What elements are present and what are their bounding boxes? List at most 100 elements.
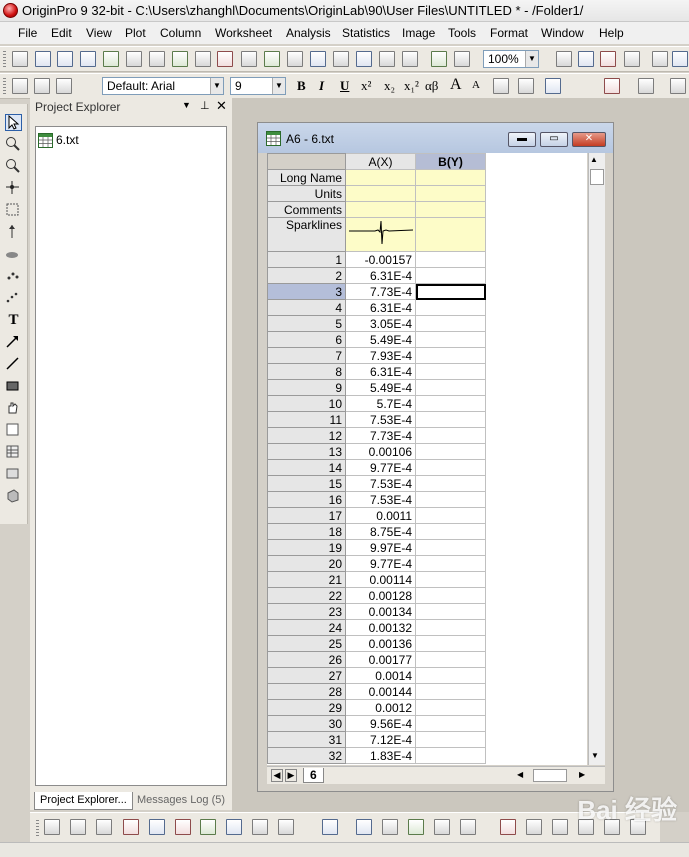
row-header[interactable]: 31: [267, 731, 346, 748]
new-workbook-icon[interactable]: [57, 51, 73, 67]
cell-b[interactable]: [415, 667, 486, 684]
cell-b[interactable]: [415, 491, 486, 508]
menu-analysis[interactable]: Analysis: [284, 25, 333, 41]
save-project-icon[interactable]: [333, 51, 349, 67]
menu-column[interactable]: Column: [158, 25, 203, 41]
template-library-icon[interactable]: [278, 819, 294, 835]
cell-b[interactable]: [415, 443, 486, 460]
meta-cell[interactable]: [415, 217, 486, 252]
cell-b[interactable]: [415, 747, 486, 764]
row-header[interactable]: 16: [267, 491, 346, 508]
increase-font-button[interactable]: A: [450, 76, 462, 94]
regional-data-selector-icon[interactable]: [5, 268, 22, 285]
decrease-font-button[interactable]: A: [472, 79, 480, 91]
scroll-down-icon[interactable]: ▼: [591, 751, 599, 760]
copy-icon[interactable]: [34, 78, 50, 94]
cell-a[interactable]: 6.31E-4: [345, 299, 416, 316]
merge-graphs-icon[interactable]: [500, 819, 516, 835]
cell-a[interactable]: 9.77E-4: [345, 555, 416, 572]
cell-b[interactable]: [415, 395, 486, 412]
cell-a[interactable]: 0.00134: [345, 603, 416, 620]
cell-b[interactable]: [415, 379, 486, 396]
scroll-left-icon[interactable]: ◀: [517, 770, 531, 782]
cell-b[interactable]: [415, 635, 486, 652]
row-header[interactable]: 1: [267, 251, 346, 268]
close-icon[interactable]: ✕: [216, 98, 227, 114]
copy-page-icon[interactable]: [578, 51, 594, 67]
arrow-tool-icon[interactable]: [5, 334, 22, 351]
refresh-icon[interactable]: [600, 51, 616, 67]
menu-view[interactable]: View: [84, 25, 114, 41]
cell-a[interactable]: 9.97E-4: [345, 539, 416, 556]
insert-graph-icon[interactable]: [5, 422, 22, 439]
cell-b[interactable]: [415, 603, 486, 620]
rectangle-tool-icon[interactable]: [5, 378, 22, 395]
color-map-icon[interactable]: [434, 819, 450, 835]
line-plot-icon[interactable]: [44, 819, 60, 835]
cell-a[interactable]: 6.31E-4: [345, 363, 416, 380]
3d-bar-icon[interactable]: [356, 819, 372, 835]
recalculate-icon[interactable]: [454, 51, 470, 67]
meta-cell[interactable]: [415, 201, 486, 218]
row-header[interactable]: 26: [267, 651, 346, 668]
cell-b[interactable]: [415, 587, 486, 604]
cell-b[interactable]: [415, 523, 486, 540]
cell-b[interactable]: [415, 539, 486, 556]
cell-b[interactable]: [415, 475, 486, 492]
cell-b[interactable]: [415, 267, 486, 284]
cell-b[interactable]: [415, 427, 486, 444]
3d-surface-icon[interactable]: [322, 819, 338, 835]
menu-statistics[interactable]: Statistics: [340, 25, 392, 41]
new-function-icon[interactable]: [126, 51, 142, 67]
toolbar-grip[interactable]: [36, 820, 39, 836]
cell-b[interactable]: [415, 699, 486, 716]
area-plot-icon[interactable]: [200, 819, 216, 835]
font-size-select[interactable]: 9 ▼: [230, 77, 286, 95]
cell-a[interactable]: 9.56E-4: [345, 715, 416, 732]
duplicate-icon[interactable]: [431, 51, 447, 67]
print-icon[interactable]: [556, 51, 572, 67]
row-header[interactable]: 23: [267, 603, 346, 620]
data-selector-icon[interactable]: [5, 246, 22, 263]
cell-a[interactable]: 0.00106: [345, 443, 416, 460]
contour-plot-icon[interactable]: [226, 819, 242, 835]
cell-b[interactable]: [415, 731, 486, 748]
cell-b[interactable]: [415, 555, 486, 572]
zoom-in-icon[interactable]: [5, 136, 22, 153]
save-template-icon[interactable]: [356, 51, 372, 67]
statistics-plot-icon[interactable]: [149, 819, 165, 835]
cell-a[interactable]: 7.93E-4: [345, 347, 416, 364]
chevron-down-icon[interactable]: ▼: [210, 78, 223, 94]
pointer-icon[interactable]: [5, 114, 22, 131]
tab-project-explorer[interactable]: Project Explorer...: [34, 792, 133, 810]
tab-next-icon[interactable]: ▶: [285, 769, 297, 782]
cell-a[interactable]: 0.0012: [345, 699, 416, 716]
cell-a[interactable]: 5.7E-4: [345, 395, 416, 412]
meta-row-label[interactable]: Sparklines: [267, 217, 346, 252]
row-header[interactable]: 28: [267, 683, 346, 700]
cell-a[interactable]: 1.83E-4: [345, 747, 416, 764]
align-center-icon[interactable]: [518, 78, 534, 94]
row-header[interactable]: 19: [267, 539, 346, 556]
cell-a[interactable]: 0.00128: [345, 587, 416, 604]
cell-b[interactable]: [415, 251, 486, 268]
fill-color-icon[interactable]: [604, 78, 620, 94]
insert-table-icon[interactable]: [5, 444, 22, 461]
row-header[interactable]: 3: [267, 283, 346, 300]
cell-a[interactable]: 9.77E-4: [345, 459, 416, 476]
zoom-select[interactable]: 100% ▼: [483, 50, 539, 68]
import-single-ascii-icon[interactable]: [379, 51, 395, 67]
menu-window[interactable]: Window: [539, 25, 586, 41]
cell-b[interactable]: [415, 571, 486, 588]
column-header-a[interactable]: A(X): [345, 153, 416, 170]
open-template-icon[interactable]: [241, 51, 257, 67]
new-notes-icon[interactable]: [172, 51, 188, 67]
meta-cell[interactable]: [415, 185, 486, 202]
insert-3d-icon[interactable]: [5, 488, 22, 505]
tab-messages-log[interactable]: Messages Log (5): [132, 792, 230, 810]
project-explorer-icon[interactable]: [624, 51, 640, 67]
minimize-button[interactable]: ▬: [508, 132, 536, 147]
3d-scatter-icon[interactable]: [382, 819, 398, 835]
chevron-down-icon[interactable]: ▼: [525, 51, 538, 67]
new-layout-icon[interactable]: [149, 51, 165, 67]
